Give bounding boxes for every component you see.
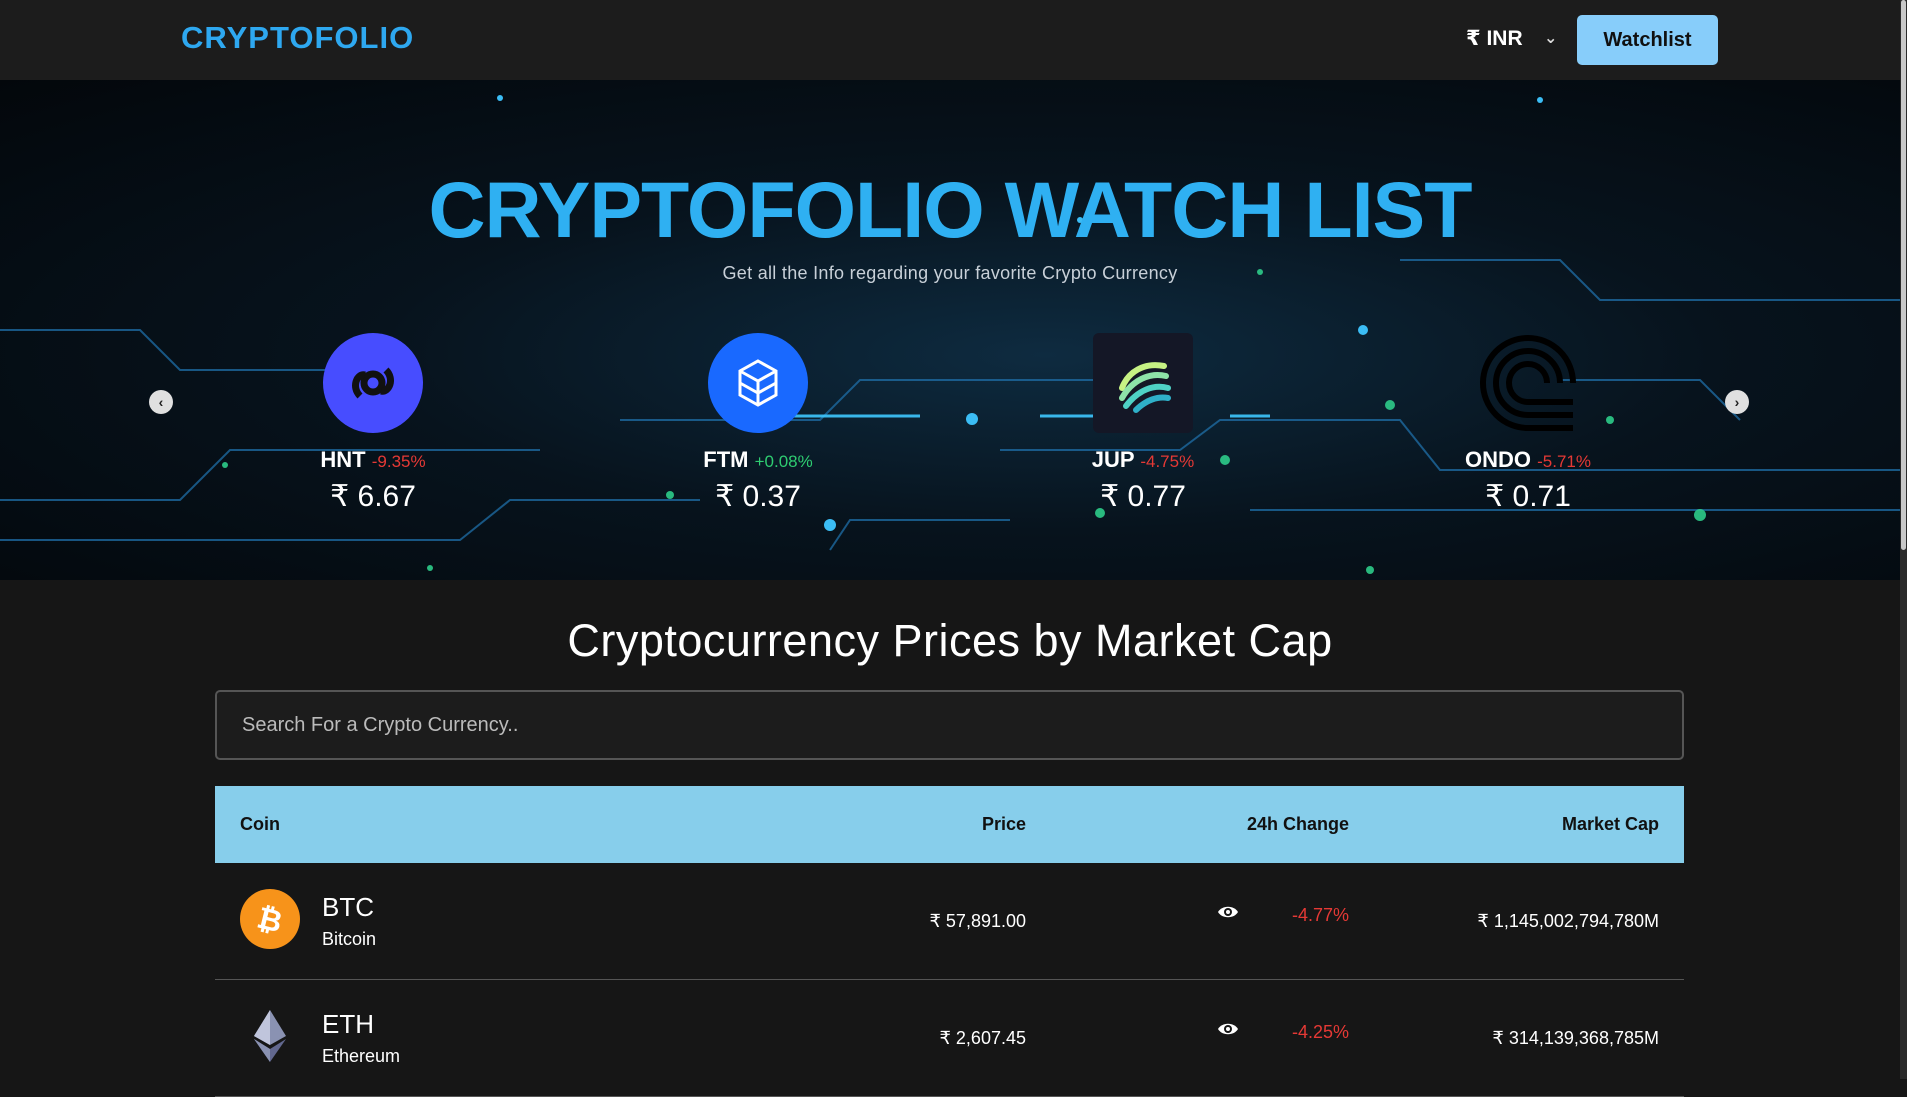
table-row[interactable]: ₿ BTC Bitcoin ₹ 57,891.00 -4.77% ₹ 1,145…	[215, 863, 1684, 980]
table-row[interactable]: ETH Ethereum ₹ 2,607.45 -4.25% ₹ 314,139…	[215, 980, 1684, 1097]
fantom-icon	[708, 333, 808, 433]
banner-title: CRYPTOFOLIO WATCH LIST	[428, 165, 1473, 254]
svg-text:₿: ₿	[254, 901, 286, 939]
banner-subtitle: Get all the Info regarding your favorite…	[722, 263, 1178, 283]
eye-icon[interactable]	[1217, 904, 1239, 920]
coin-symbol: HNT	[320, 447, 366, 472]
currency-select[interactable]: ₹ INR ⌄	[1466, 26, 1557, 51]
column-header-price: Price	[981, 814, 1026, 834]
coin-price: ₹ 0.77	[1100, 480, 1186, 513]
column-header-coin: Coin	[240, 814, 280, 834]
search-input[interactable]	[215, 690, 1684, 760]
coin-symbol: ETH	[322, 1009, 374, 1039]
watchlist-button[interactable]: Watchlist	[1577, 15, 1718, 65]
coin-symbol: ONDO	[1465, 447, 1531, 472]
coin-symbol: JUP	[1091, 447, 1135, 472]
brand-logo[interactable]: CRYPTOFOLIO	[181, 20, 414, 56]
eye-icon[interactable]	[1217, 1021, 1239, 1037]
coin-price: ₹ 0.37	[715, 480, 801, 513]
table-header: Coin Price 24h Change Market Cap	[215, 786, 1684, 863]
helium-icon	[323, 333, 423, 433]
carousel-next-button[interactable]: ›	[1725, 390, 1749, 414]
ethereum-icon	[240, 1006, 300, 1066]
coin-price: ₹ 0.71	[1485, 480, 1571, 513]
ondo-icon	[1478, 333, 1578, 433]
section-title: Cryptocurrency Prices by Market Cap	[567, 615, 1333, 666]
coin-change: -9.35%	[371, 452, 426, 471]
carousel-coin-ondo[interactable]: ONDO -5.71% ₹ 0.71	[1418, 333, 1638, 514]
coin-market-cap: ₹ 1,145,002,794,780M	[1477, 911, 1659, 931]
carousel-prev-button[interactable]: ‹	[149, 390, 173, 414]
hero-banner: CRYPTOFOLIO WATCH LIST Get all the Info …	[0, 80, 1900, 580]
coin-change: -4.75%	[1140, 452, 1195, 471]
coin-change: -5.71%	[1537, 452, 1591, 471]
coin-market-cap: ₹ 314,139,368,785M	[1492, 1028, 1659, 1048]
coin-name: Bitcoin	[322, 929, 377, 949]
coin-change: +0.08%	[754, 452, 813, 471]
column-header-market-cap: Market Cap	[1561, 814, 1659, 834]
carousel-coin-ftm[interactable]: FTM +0.08% ₹ 0.37	[648, 333, 868, 514]
coin-price: ₹ 6.67	[330, 480, 416, 513]
jupiter-icon	[1093, 333, 1193, 433]
coin-change: -4.25%	[1291, 1022, 1349, 1042]
app-header: CRYPTOFOLIO ₹ INR ⌄ Watchlist	[0, 0, 1900, 80]
coin-symbol: BTC	[322, 892, 374, 922]
bitcoin-icon: ₿	[240, 889, 300, 949]
carousel-coin-jup[interactable]: JUP -4.75% ₹ 0.77	[1033, 333, 1253, 514]
coin-symbol: FTM	[703, 447, 749, 472]
chevron-left-icon: ‹	[158, 394, 164, 410]
column-header-change: 24h Change	[1246, 814, 1349, 834]
carousel-coin-hnt[interactable]: HNT -9.35% ₹ 6.67	[263, 333, 483, 514]
coin-name: Ethereum	[322, 1046, 401, 1066]
coin-price: ₹ 2,607.45	[939, 1028, 1026, 1048]
chevron-right-icon: ›	[1734, 394, 1740, 410]
coin-change: -4.77%	[1291, 905, 1349, 925]
coin-price: ₹ 57,891.00	[929, 911, 1026, 931]
page-scrollbar[interactable]	[1900, 0, 1907, 1079]
currency-value: ₹ INR	[1466, 27, 1523, 50]
chevron-down-icon: ⌄	[1544, 30, 1558, 47]
scrollbar-thumb[interactable]	[1901, 0, 1906, 550]
